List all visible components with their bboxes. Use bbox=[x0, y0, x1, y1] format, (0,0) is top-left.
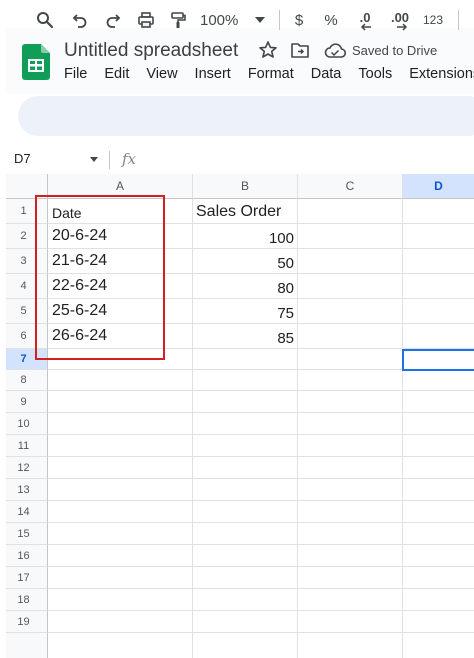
grid-line bbox=[192, 199, 193, 658]
grid-line bbox=[48, 412, 474, 413]
currency-label: $ bbox=[294, 11, 304, 29]
row-header-11[interactable]: 11 bbox=[0, 435, 48, 457]
toolbar bbox=[18, 96, 474, 136]
cell-b5[interactable]: 75 bbox=[277, 305, 294, 322]
document-title[interactable]: Untitled spreadsheet bbox=[64, 40, 238, 62]
menu-edit[interactable]: Edit bbox=[104, 66, 129, 86]
cell-b1[interactable]: Sales Order bbox=[196, 203, 281, 221]
more-formats-button[interactable]: 123 bbox=[420, 6, 446, 34]
grid-line bbox=[48, 434, 474, 435]
row-header-10[interactable]: 10 bbox=[0, 413, 48, 435]
red-highlight-box bbox=[35, 195, 165, 360]
print-button[interactable] bbox=[135, 6, 157, 34]
grid-line bbox=[48, 544, 474, 545]
undo-icon bbox=[71, 11, 89, 29]
zoom-select[interactable]: 100% bbox=[200, 6, 248, 34]
print-icon bbox=[137, 11, 155, 29]
cell-b3[interactable]: 50 bbox=[277, 255, 294, 272]
row-header-17[interactable]: 17 bbox=[0, 567, 48, 589]
cell-b4[interactable]: 80 bbox=[277, 280, 294, 297]
save-status: Saved to Drive bbox=[352, 43, 438, 58]
row-header-9[interactable]: 9 bbox=[0, 391, 48, 413]
undo-button[interactable] bbox=[69, 6, 91, 34]
grid-line bbox=[297, 199, 298, 658]
row-header-14[interactable]: 14 bbox=[0, 501, 48, 523]
menu-insert[interactable]: Insert bbox=[195, 66, 231, 86]
column-header-c[interactable]: C bbox=[298, 174, 403, 199]
grid-line bbox=[48, 610, 474, 611]
arrow-left-icon bbox=[360, 23, 372, 31]
column-header-d[interactable]: D bbox=[403, 174, 474, 199]
search-icon bbox=[36, 11, 54, 29]
sheets-logo-icon[interactable] bbox=[22, 44, 50, 80]
chevron-down-icon bbox=[255, 17, 265, 23]
grid-line bbox=[402, 199, 403, 658]
row-header-13[interactable]: 13 bbox=[0, 479, 48, 501]
fx-icon: fx bbox=[122, 150, 137, 168]
increase-decimal-button[interactable]: .00 bbox=[386, 6, 414, 34]
grid-line bbox=[48, 390, 474, 391]
spreadsheet-app: Untitled spreadsheet Saved to Drive File… bbox=[0, 0, 474, 658]
move-to-folder-icon[interactable] bbox=[290, 41, 310, 59]
name-box[interactable]: D7 bbox=[14, 151, 31, 166]
star-icon[interactable] bbox=[258, 40, 278, 60]
row-header-16[interactable]: 16 bbox=[0, 545, 48, 567]
row-header-12[interactable]: 12 bbox=[0, 457, 48, 479]
menu-format[interactable]: Format bbox=[248, 66, 294, 86]
formula-bar bbox=[0, 146, 474, 174]
redo-button[interactable] bbox=[102, 6, 124, 34]
row-header-20[interactable] bbox=[0, 633, 48, 658]
zoom-dropdown-button[interactable] bbox=[252, 6, 268, 34]
search-menus-button[interactable] bbox=[34, 6, 56, 34]
menu-view[interactable]: View bbox=[146, 66, 177, 86]
grid-line bbox=[48, 500, 474, 501]
grid-line bbox=[48, 478, 474, 479]
row-header-19[interactable]: 19 bbox=[0, 611, 48, 633]
grid-line bbox=[48, 456, 474, 457]
formula-divider bbox=[109, 151, 110, 169]
column-header-b[interactable]: B bbox=[193, 174, 298, 199]
menu-bar: File Edit View Insert Format Data Tools … bbox=[64, 66, 474, 86]
menu-extensions[interactable]: Extensions bbox=[409, 66, 474, 86]
percent-label: % bbox=[324, 11, 338, 29]
cloud-saved-icon[interactable] bbox=[324, 43, 347, 58]
toolbar-divider bbox=[279, 10, 280, 30]
format-percent-button[interactable]: % bbox=[320, 6, 342, 34]
menu-tools[interactable]: Tools bbox=[358, 66, 392, 86]
paint-format-icon bbox=[169, 11, 187, 29]
format-currency-button[interactable]: $ bbox=[288, 6, 310, 34]
grid-line bbox=[48, 566, 474, 567]
paint-format-button[interactable] bbox=[167, 6, 189, 34]
menu-file[interactable]: File bbox=[64, 66, 87, 86]
row-header-15[interactable]: 15 bbox=[0, 523, 48, 545]
grid-line bbox=[48, 522, 474, 523]
row-header-18[interactable]: 18 bbox=[0, 589, 48, 611]
selected-cell-d7[interactable] bbox=[402, 349, 474, 371]
cell-b6[interactable]: 85 bbox=[277, 330, 294, 347]
menu-data[interactable]: Data bbox=[311, 66, 342, 86]
row-header-8[interactable]: 8 bbox=[0, 370, 48, 391]
left-margin bbox=[0, 0, 6, 658]
toolbar-divider bbox=[458, 10, 459, 30]
chevron-down-icon[interactable] bbox=[90, 157, 98, 162]
grid-line bbox=[48, 632, 474, 633]
more-formats-label: 123 bbox=[422, 13, 444, 27]
redo-icon bbox=[104, 11, 122, 29]
grid-line bbox=[48, 588, 474, 589]
arrow-right-icon bbox=[396, 23, 408, 31]
cell-b2[interactable]: 100 bbox=[269, 230, 294, 247]
decrease-decimal-button[interactable]: .0 bbox=[352, 6, 378, 34]
zoom-value: 100% bbox=[200, 11, 239, 29]
